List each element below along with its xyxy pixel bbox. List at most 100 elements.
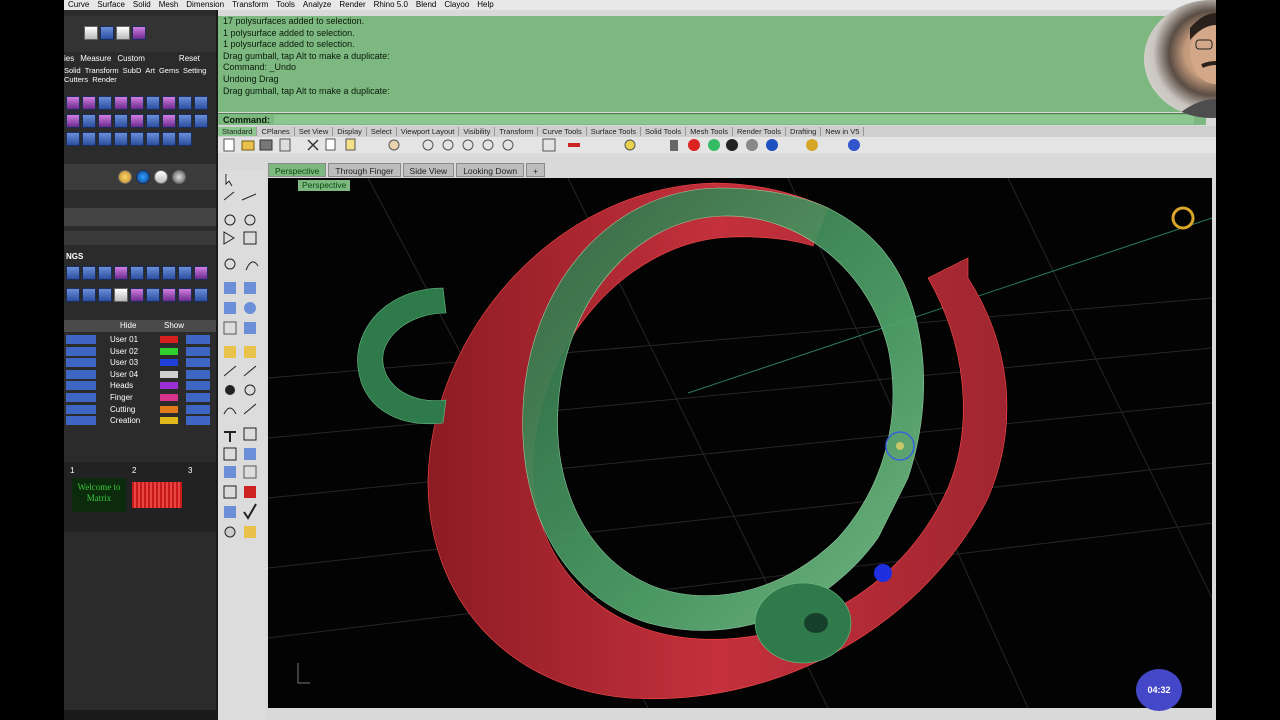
panel-tool-tab[interactable]: Render bbox=[92, 75, 117, 84]
tool-icon[interactable] bbox=[130, 266, 144, 280]
toolbar-tab[interactable]: New in V5 bbox=[821, 127, 865, 136]
gumball-center[interactable] bbox=[896, 442, 904, 450]
material-grey-icon[interactable] bbox=[172, 170, 186, 184]
cut-icon[interactable] bbox=[114, 96, 128, 110]
move-icon[interactable] bbox=[82, 132, 96, 146]
menu-item[interactable]: Tools bbox=[275, 0, 296, 9]
gem-icon[interactable] bbox=[66, 114, 80, 128]
tool-icon[interactable] bbox=[98, 266, 112, 280]
menu-item[interactable]: Mesh bbox=[158, 0, 180, 9]
hinge-knob[interactable] bbox=[754, 582, 852, 664]
tool-icon[interactable] bbox=[178, 266, 192, 280]
gem-icon[interactable] bbox=[66, 96, 80, 110]
tool-icon[interactable] bbox=[146, 288, 160, 302]
welcome-thumbnail[interactable]: Welcome to Matrix bbox=[72, 478, 126, 512]
circle-icon[interactable] bbox=[178, 132, 192, 146]
layer-color-swatch[interactable] bbox=[160, 405, 178, 413]
view-tab[interactable]: Side View bbox=[402, 163, 455, 177]
viewport-label[interactable]: Perspective bbox=[298, 180, 351, 191]
layer-options[interactable] bbox=[186, 358, 210, 368]
control-point[interactable] bbox=[874, 564, 892, 582]
toolbar-tab[interactable]: Drafting bbox=[786, 127, 822, 136]
tool-icon[interactable] bbox=[114, 288, 128, 302]
panel-tool-tab[interactable]: Cutters bbox=[64, 75, 88, 84]
tool-icon[interactable] bbox=[178, 288, 192, 302]
layer-row[interactable]: User 04 bbox=[64, 369, 216, 380]
panel-tab[interactable]: Custom bbox=[117, 54, 145, 63]
layer-row[interactable]: User 02 bbox=[64, 346, 216, 357]
layer-color-swatch[interactable] bbox=[160, 359, 178, 367]
viewport-scene[interactable] bbox=[268, 178, 1212, 708]
toolbar-tab[interactable]: Visibility bbox=[459, 127, 496, 136]
layer-color-swatch[interactable] bbox=[160, 336, 178, 343]
perspective-viewport[interactable]: Perspective bbox=[268, 178, 1212, 708]
panel-tab[interactable]: ies bbox=[64, 54, 74, 63]
prong-icon[interactable] bbox=[98, 96, 112, 110]
panel-tool-tab[interactable]: SubD bbox=[123, 66, 142, 75]
material-silver-icon[interactable] bbox=[154, 170, 168, 184]
material-blue-icon[interactable] bbox=[136, 170, 150, 184]
menu-item[interactable]: Curve bbox=[67, 0, 90, 9]
panel-tool-tab[interactable]: Transform bbox=[85, 66, 119, 75]
menu-item[interactable]: Rhino 5.0 bbox=[373, 0, 409, 9]
menu-item[interactable]: Surface bbox=[96, 0, 126, 9]
menu-item[interactable]: Transform bbox=[231, 0, 269, 9]
layer-row[interactable]: Creation bbox=[64, 415, 216, 426]
layer-options[interactable] bbox=[186, 416, 210, 426]
toolbar-tab[interactable]: Select bbox=[366, 127, 397, 136]
toolbar-tab[interactable]: Display bbox=[333, 127, 367, 136]
head-icon[interactable] bbox=[162, 96, 176, 110]
tool-icon[interactable] bbox=[82, 266, 96, 280]
material-gold-icon[interactable] bbox=[118, 170, 132, 184]
tool-icon[interactable] bbox=[194, 96, 208, 110]
menu-item[interactable]: Dimension bbox=[185, 0, 225, 9]
layer-toggle[interactable] bbox=[66, 346, 96, 356]
layer-toggle[interactable] bbox=[66, 393, 96, 402]
toolbar-tab[interactable]: Transform bbox=[495, 127, 539, 136]
grid-icon[interactable] bbox=[146, 132, 160, 146]
toolbar-tab[interactable]: Set View bbox=[294, 127, 334, 136]
tool-icon[interactable] bbox=[98, 288, 112, 302]
layer-options[interactable] bbox=[186, 404, 210, 414]
layer-color-swatch[interactable] bbox=[160, 417, 178, 425]
tool-icon[interactable] bbox=[162, 288, 176, 302]
menu-item[interactable]: Help bbox=[476, 0, 494, 9]
tool-icon[interactable] bbox=[146, 266, 160, 280]
layer-options[interactable] bbox=[186, 381, 210, 391]
panel-tab[interactable]: Measure bbox=[80, 54, 111, 63]
panel-tool-tab[interactable]: Setting bbox=[183, 66, 206, 75]
tool-icon[interactable] bbox=[194, 266, 208, 280]
green-bail-loop[interactable] bbox=[357, 287, 447, 425]
tool-icon[interactable] bbox=[146, 114, 160, 128]
toolbar-tab[interactable]: Solid Tools bbox=[641, 127, 687, 136]
toolbar-tab[interactable]: Curve Tools bbox=[538, 127, 587, 136]
tool-icon[interactable] bbox=[162, 114, 176, 128]
layer-row[interactable]: Finger bbox=[64, 392, 216, 403]
layer-color-swatch[interactable] bbox=[160, 382, 178, 390]
panel-tool-tab[interactable]: Solid bbox=[64, 66, 81, 75]
move-icon[interactable] bbox=[66, 132, 80, 146]
layer-options[interactable] bbox=[186, 369, 210, 379]
layer-toggle[interactable] bbox=[66, 335, 96, 344]
tool-icon[interactable] bbox=[114, 266, 128, 280]
preview-tab-3[interactable]: 3 bbox=[188, 466, 192, 475]
recording-timer[interactable]: 04:32 bbox=[1136, 669, 1182, 711]
layer-row[interactable]: User 01 bbox=[64, 334, 216, 345]
setting-icon[interactable] bbox=[146, 96, 160, 110]
tool-icon[interactable] bbox=[132, 26, 146, 40]
show-column[interactable]: Show bbox=[164, 321, 184, 330]
layer-toggle[interactable] bbox=[66, 404, 96, 414]
green-inner-ring[interactable] bbox=[522, 187, 924, 631]
tool-icon[interactable] bbox=[66, 288, 80, 302]
layer-row[interactable]: Heads bbox=[64, 380, 216, 391]
toolbar-tab[interactable]: Surface Tools bbox=[586, 127, 642, 136]
gem-icon[interactable] bbox=[82, 96, 96, 110]
menu-item[interactable]: Render bbox=[338, 0, 366, 9]
panel-tab[interactable]: Reset bbox=[179, 54, 200, 63]
toolbar-tab[interactable]: Mesh Tools bbox=[686, 127, 733, 136]
toolbar-tab[interactable]: CPlanes bbox=[257, 127, 295, 136]
tool-icon[interactable] bbox=[130, 288, 144, 302]
layer-toggle[interactable] bbox=[66, 416, 96, 426]
layer-row[interactable]: Cutting bbox=[64, 404, 216, 415]
preview-tab-2[interactable]: 2 bbox=[132, 466, 136, 475]
